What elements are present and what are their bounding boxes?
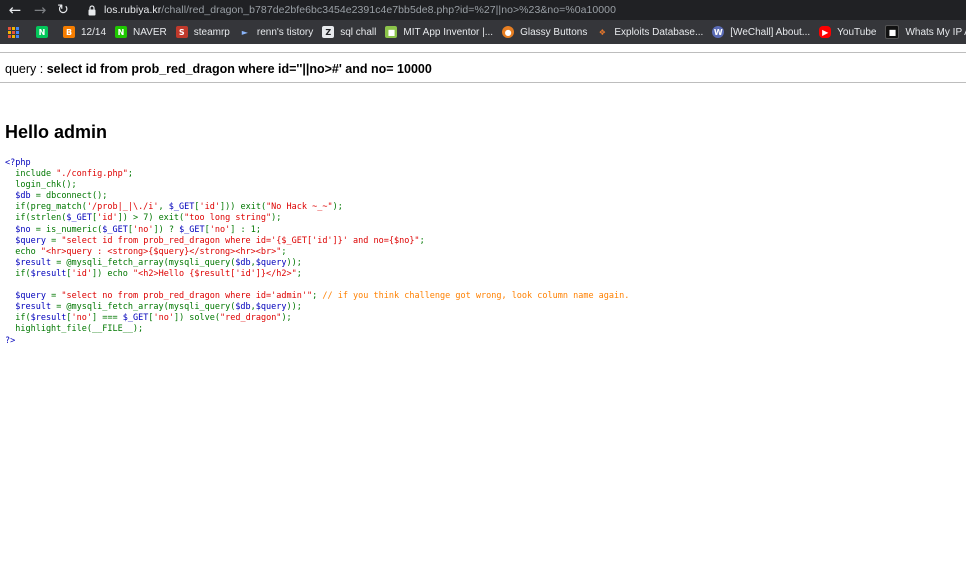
bookmark-label: Exploits Database...	[614, 26, 704, 38]
forward-arrow-icon[interactable]: →	[30, 0, 50, 20]
apps-button[interactable]	[8, 26, 27, 38]
glassy-buttons-icon: ●	[502, 26, 515, 38]
bookmark-label: [WeChall] About...	[730, 26, 811, 38]
horizontal-rule	[0, 82, 966, 83]
bookmark-glassy-buttons[interactable]: ● Glassy Buttons	[502, 26, 587, 38]
query-label: query :	[5, 62, 47, 76]
bookmark-label: renn's tistory	[256, 26, 314, 38]
bookmark-mit-app-inventor[interactable]: ■ MIT App Inventor |...	[385, 26, 493, 38]
bookmark-label: steamrp	[193, 26, 230, 38]
bookmark-12-14[interactable]: B 12/14	[63, 26, 106, 38]
youtube-icon: ▶	[819, 26, 832, 38]
whatsmyip-icon: ■	[885, 25, 900, 39]
z-icon: Z	[322, 26, 335, 38]
exploit-db-icon: ❖	[598, 27, 606, 37]
back-arrow-icon[interactable]: ←	[4, 0, 26, 20]
hello-heading: Hello admin	[5, 122, 108, 142]
bookmark-label: sql chall	[340, 26, 377, 38]
naver-blog-icon: N	[36, 26, 48, 38]
wechall-icon: W	[712, 26, 725, 38]
query-line: query : select id from prob_red_dragon w…	[5, 62, 432, 76]
query-text: select id from prob_red_dragon where id=…	[46, 62, 432, 76]
bookmark-youtube[interactable]: ▶ YouTube	[819, 26, 876, 38]
url-host: los.rubiya.kr	[104, 4, 162, 16]
bookmark-label: NAVER	[133, 26, 167, 38]
bookmark-label: MIT App Inventor |...	[403, 26, 494, 38]
bookmark-wechall-about[interactable]: W [WeChall] About...	[712, 26, 810, 38]
bookmark-label: Whats My IP Addr...	[905, 26, 966, 38]
bookmark-naver[interactable]: N NAVER	[115, 26, 167, 38]
browser-toolbar: ← → ↻ los.rubiya.kr/chall/red_dragon_b78…	[0, 0, 966, 20]
reload-icon[interactable]: ↻	[53, 0, 73, 20]
blogger-icon: B	[63, 26, 75, 38]
url-path: /chall/red_dragon_b787de2bfe6bc3454e2391…	[161, 4, 616, 16]
horizontal-rule	[0, 52, 966, 53]
apps-grid-icon	[8, 26, 19, 38]
naver-icon: N	[115, 26, 128, 38]
bookmark-sql-chall[interactable]: Z sql chall	[322, 26, 376, 38]
address-bar[interactable]: los.rubiya.kr/chall/red_dragon_b787de2bf…	[80, 1, 966, 19]
lock-icon	[88, 4, 98, 16]
url-text: los.rubiya.kr/chall/red_dragon_b787de2bf…	[104, 4, 616, 16]
bookmarks-bar: N B 12/14 N NAVER S steamrp ► renn's tis…	[0, 20, 966, 44]
tistory-icon: ►	[241, 27, 248, 37]
bookmark-renns-tistory[interactable]: ► renn's tistory	[239, 26, 313, 38]
mit-app-inventor-icon: ■	[385, 26, 398, 38]
bookmark-exploits-database[interactable]: ❖ Exploits Database...	[596, 26, 704, 38]
bookmark-label: Glassy Buttons	[520, 26, 588, 38]
bookmark-naver-blog[interactable]: N	[36, 26, 54, 38]
php-source-code: <?php include "./config.php"; login_chk(…	[5, 158, 630, 346]
bookmark-steamrp[interactable]: S steamrp	[175, 26, 230, 38]
bookmark-label: YouTube	[837, 26, 877, 38]
steam-icon: S	[175, 26, 188, 38]
bookmark-whats-my-ip[interactable]: ■ Whats My IP Addr...	[885, 25, 966, 39]
bookmark-label: 12/14	[81, 26, 107, 38]
